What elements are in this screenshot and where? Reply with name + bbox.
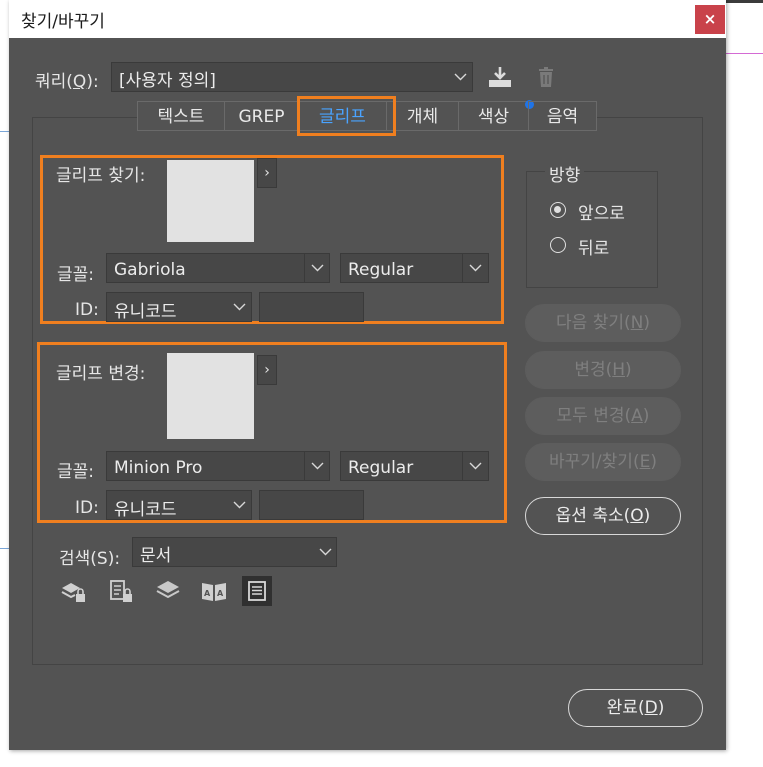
fewer-options-mnemonic: O [630,506,644,526]
find-font-family-value: Gabriola [114,260,186,280]
tab-grep[interactable]: GREP [224,101,298,131]
close-button[interactable]: × [695,5,725,34]
svg-text:A: A [217,589,224,598]
search-label: 검색(S): [59,549,121,569]
find-id-label: ID: [75,300,99,320]
save-query-icon[interactable] [485,63,515,93]
tab-object-label: 개체 [406,107,439,127]
change-font-style-select[interactable]: Regular [340,451,489,481]
tab-text-label: 텍스트 [157,107,205,127]
direction-title: 방향 [545,161,585,186]
tab-color-label: 색상 [477,107,510,127]
change-id-type-value: 유니코드 [114,500,177,520]
find-id-type-select[interactable]: 유니코드 [106,292,252,322]
query-label-mnemonic: Q [72,72,87,92]
find-font-family-select[interactable]: Gabriola [106,253,330,283]
change-font-family-value: Minion Pro [114,458,203,478]
background-line-dark [726,0,763,3]
chevron-down-icon [448,63,474,91]
direction-backward-radio[interactable] [550,237,566,253]
find-id-value-input[interactable] [259,292,364,322]
direction-forward-radio[interactable] [550,202,566,218]
search-scope-select[interactable]: 문서 [132,537,337,567]
change-glyph-menu-button[interactable]: › [257,355,277,385]
fewer-options-end: ) [643,506,651,526]
change-glyph-label: 글리프 변경: [56,364,146,384]
find-next-button[interactable]: 다음 찾기(N) [525,304,681,342]
change-button[interactable]: 변경(H) [525,351,681,389]
include-master-pages-icon[interactable]: A A [199,576,229,606]
query-select[interactable]: [사용자 정의] [111,62,473,92]
tab-grep-label: GREP [238,107,285,127]
change-all-mnemonic: A [631,406,643,426]
find-glyph-label: 글리프 찾기: [56,166,146,186]
fewer-options-label: 옵션 축소( [555,506,631,526]
done-button[interactable]: 완료(D) [568,689,703,727]
change-font-style-value: Regular [348,458,414,478]
change-end: ) [625,360,632,380]
delete-query-icon[interactable] [531,63,561,93]
background-line-magenta [726,53,763,54]
find-glyph-preview [167,160,254,242]
include-locked-layers-icon[interactable] [59,576,89,606]
change-id-value-input[interactable] [259,490,364,520]
find-id-type-value: 유니코드 [114,302,177,322]
done-label: 완료( [606,698,645,718]
change-id-type-select[interactable]: 유니코드 [106,490,252,520]
change-mnemonic: H [612,360,626,380]
change-font-family-select[interactable]: Minion Pro [106,451,330,481]
change-find-mnemonic: E [639,452,651,472]
search-scope-value: 문서 [140,546,172,566]
done-end: ) [657,698,665,718]
tab-object[interactable]: 개체 [386,101,458,131]
change-find-button[interactable]: 바꾸기/찾기(E) [525,443,681,481]
chevron-down-icon [304,452,331,480]
title-bar: 찾기/바꾸기 × [9,0,726,38]
direction-group [526,171,658,288]
change-label: 변경( [574,360,613,380]
find-font-style-select[interactable]: Regular [340,253,489,283]
find-glyph-menu-button[interactable]: › [257,158,277,188]
change-all-label: 모두 변경( [556,406,632,426]
query-label: 쿼리(Q): [35,67,99,92]
chevron-down-icon [462,254,489,282]
dialog-title: 찾기/바꾸기 [21,12,105,32]
change-glyph-preview [167,353,254,439]
include-footnotes-icon[interactable] [242,576,272,606]
direction-backward-label[interactable]: 뒤로 [578,234,609,259]
background-line-blue [0,131,9,132]
active-tab-highlight [297,96,396,136]
find-next-end: ) [643,313,650,333]
query-label-end: ): [86,72,99,92]
find-font-label: 글꼴: [57,265,95,285]
change-id-label: ID: [75,498,99,518]
include-hidden-layers-icon[interactable] [153,576,183,606]
query-select-value: [사용자 정의] [119,71,216,91]
svg-text:A: A [204,589,211,598]
chevron-down-icon [462,452,489,480]
find-next-label: 다음 찾기( [556,313,631,333]
fewer-options-button[interactable]: 옵션 축소(O) [525,497,681,535]
background-line-blue-2 [0,548,9,549]
change-find-label: 바꾸기/찾기( [549,452,640,472]
find-next-mnemonic: N [630,313,644,333]
find-font-style-value: Regular [348,260,414,280]
chevron-down-icon [304,254,331,282]
chevron-down-icon [313,538,339,566]
tab-transliterate-label: 음역 [546,107,579,127]
chevron-down-icon [227,491,253,519]
chevron-down-icon [227,293,253,321]
change-find-end: ) [650,452,657,472]
query-label-text: 쿼리( [35,72,73,92]
done-mnemonic: D [644,698,658,718]
tab-text[interactable]: 텍스트 [137,101,224,131]
change-all-end: ) [642,406,650,426]
tab-transliterate[interactable]: 음역 [528,101,597,131]
direction-forward-label[interactable]: 앞으로 [578,199,625,224]
find-change-dialog: 찾기/바꾸기 × 쿼리(Q): [사용자 정의] 텍스트 GREP 글리프 개체… [9,0,726,750]
change-all-button[interactable]: 모두 변경(A) [525,397,681,435]
include-locked-stories-icon[interactable] [107,576,137,606]
change-font-label: 글꼴: [57,462,95,482]
tab-color[interactable]: 색상 [458,100,534,131]
